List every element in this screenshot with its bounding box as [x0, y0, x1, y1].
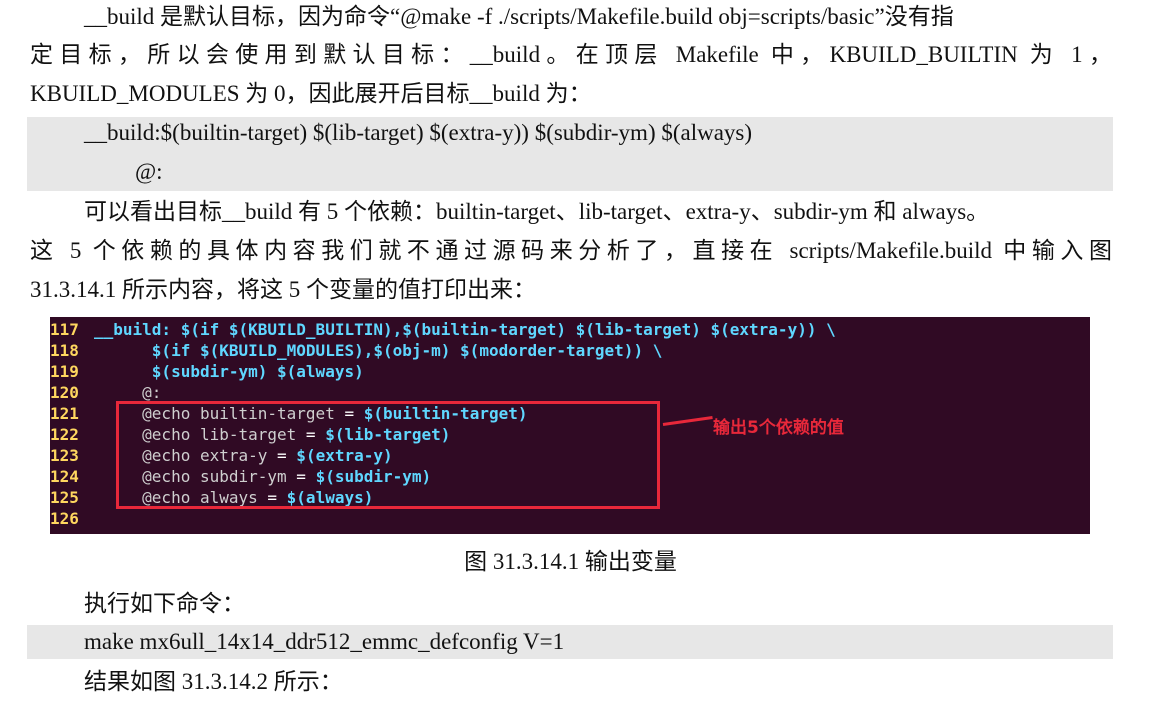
- code-block-1-line2: @:: [135, 159, 163, 184]
- code-token: __build: $(if $(KBUILD_BUILTIN),$(builti…: [94, 320, 836, 339]
- line-number: 125: [50, 488, 79, 507]
- paragraph2-line1: 可以看出目标__build 有 5 个依赖：builtin-target、lib…: [84, 199, 990, 224]
- terminal-screenshot: 117 __build: $(if $(KBUILD_BUILTIN),$(bui…: [50, 317, 1090, 534]
- terminal-line: 118 $(if $(KBUILD_MODULES),$(obj-m) $(mo…: [50, 340, 662, 361]
- annotation-arrow: [662, 416, 713, 426]
- terminal-line: 120 @:: [50, 382, 161, 403]
- paragraph1-line1: __build 是默认目标，因为命令“@make -f ./scripts/Ma…: [84, 4, 954, 29]
- line-number: 124: [50, 467, 79, 486]
- paragraph4: 结果如图 31.3.14.2 所示：: [84, 669, 343, 694]
- line-number: 121: [50, 404, 79, 423]
- paragraph2-line3: 31.3.14.1 所示内容，将这 5 个变量的值打印出来：: [30, 277, 536, 302]
- line-number: 123: [50, 446, 79, 465]
- paragraph1-line2: 定目标，所以会使用到默认目标：__build。在顶层 Makefile 中，KB…: [30, 42, 1112, 67]
- terminal-line: 119 $(subdir-ym) $(always): [50, 361, 364, 382]
- annotation-label: 输出5个依赖的值: [713, 418, 844, 438]
- line-number: 117: [50, 320, 79, 339]
- highlight-box: [116, 401, 660, 509]
- code-token: $(subdir-ym) $(always): [94, 362, 364, 381]
- figure-caption: 图 31.3.14.1 输出变量: [464, 549, 677, 574]
- terminal-line: 117 __build: $(if $(KBUILD_BUILTIN),$(bui…: [50, 319, 836, 340]
- paragraph2-line2: 这 5 个依赖的具体内容我们就不通过源码来分析了，直接在 scripts/Mak…: [30, 238, 1112, 263]
- line-number: 122: [50, 425, 79, 444]
- line-number: 119: [50, 362, 79, 381]
- code-token: $(if $(KBUILD_MODULES),$(obj-m) $(modord…: [94, 341, 663, 360]
- line-number: 118: [50, 341, 79, 360]
- code-block-1-line1: __build:$(builtin-target) $(lib-target) …: [84, 120, 753, 145]
- line-number: 120: [50, 383, 79, 402]
- code-block-2-line: make mx6ull_14x14_ddr512_emmc_defconfig …: [84, 629, 565, 654]
- paragraph1-line3: KBUILD_MODULES 为 0，因此展开后目标__build 为：: [30, 81, 592, 106]
- terminal-line: 126: [50, 508, 94, 529]
- line-number: 126: [50, 509, 79, 528]
- paragraph3: 执行如下命令：: [84, 591, 245, 616]
- code-token: @:: [94, 383, 162, 402]
